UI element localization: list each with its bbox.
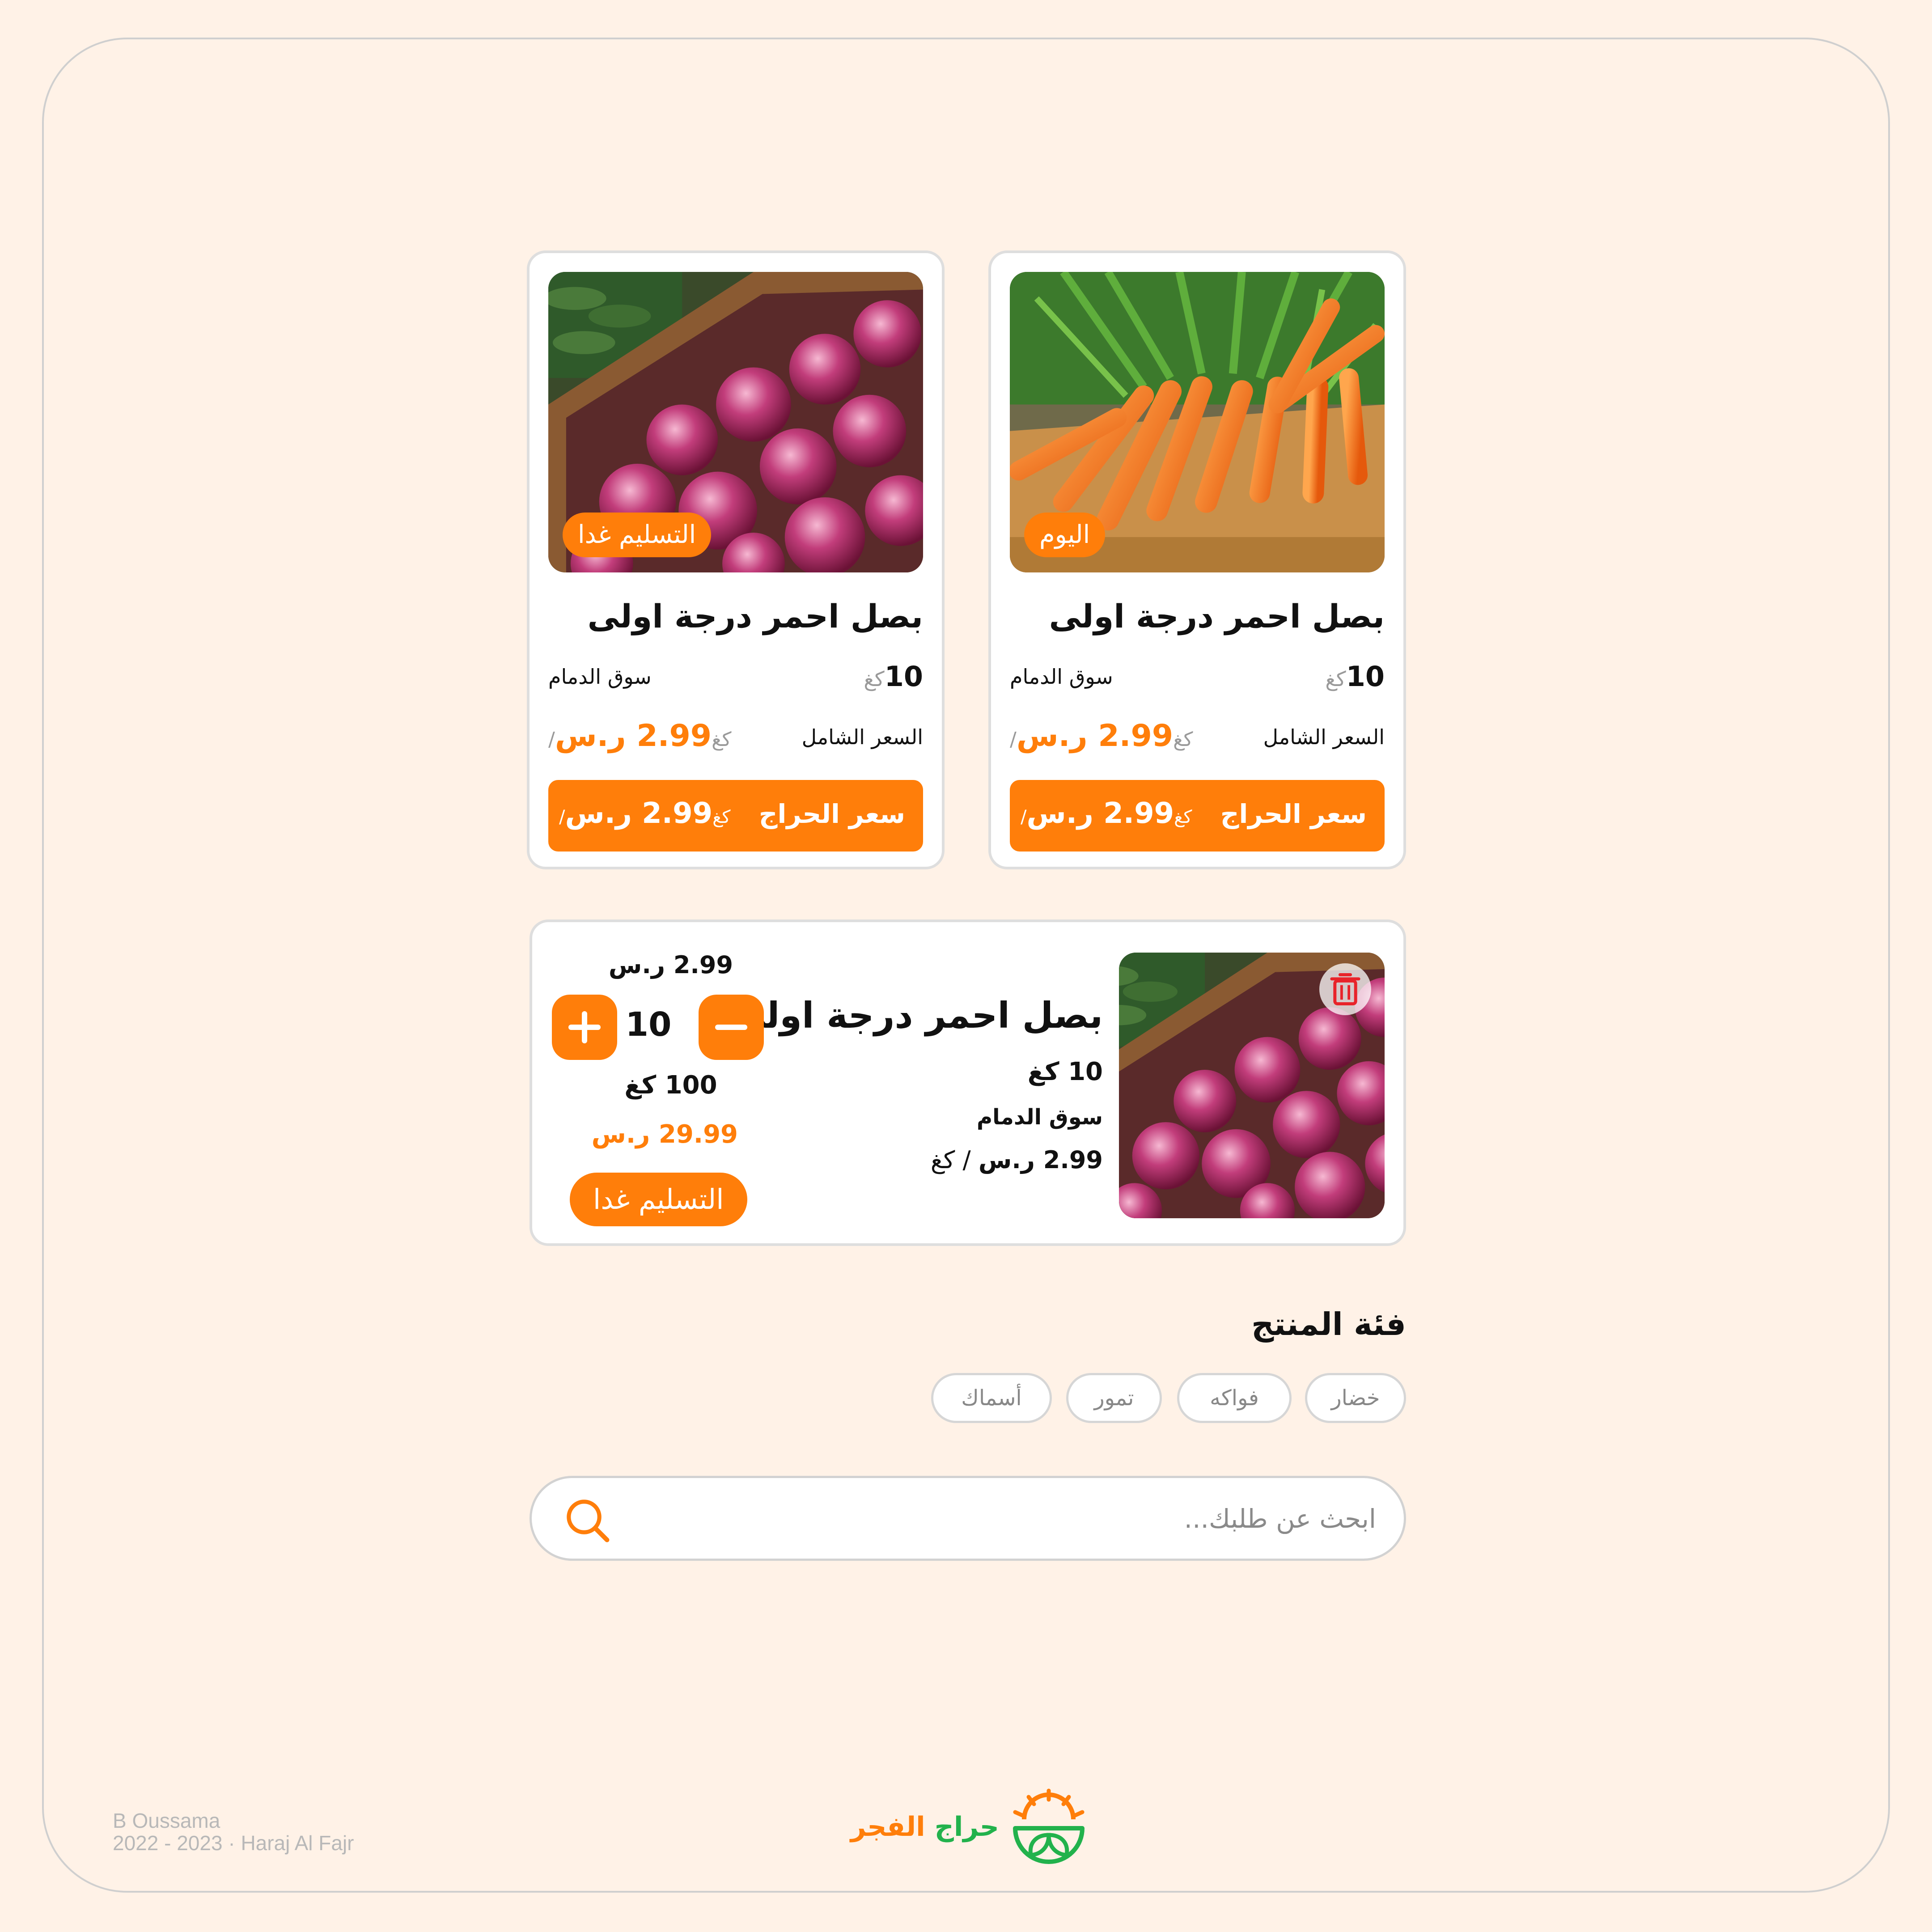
market-name: سوق الدمام: [1010, 665, 1113, 689]
price-label: السعر الشامل: [1263, 725, 1385, 749]
product-card[interactable]: التسليم غدا بصل احمر درجة اولى 10كغ سوق …: [527, 250, 945, 869]
cart-item-card: بصل احمر درجة اولى 10 كغ سوق الدمام 2.99…: [530, 919, 1406, 1246]
delivery-badge: التسليم غدا: [563, 513, 712, 557]
market-name: سوق الدمام: [548, 665, 652, 689]
total-weight: 100 كغ: [624, 1071, 717, 1100]
logo-text: حراج الفجر: [850, 1811, 999, 1843]
cart-item-title: بصل احمر درجة اولى: [730, 995, 1103, 1036]
haraj-label: سعر الحراج: [758, 799, 905, 829]
haraj-price-button[interactable]: سعر الحراج /كغ2.99 ر.س: [548, 780, 923, 852]
chip-fruits[interactable]: فواكه: [1177, 1373, 1292, 1423]
chip-fish[interactable]: أسماك: [931, 1373, 1052, 1423]
logo-mark-icon: [1011, 1788, 1087, 1865]
chip-vegetables[interactable]: خضار: [1305, 1373, 1406, 1423]
product-title: بصل احمر درجة اولى: [1049, 597, 1385, 635]
haraj-price: /كغ2.99 ر.س: [559, 797, 731, 830]
quantity-value: 10: [625, 1005, 672, 1044]
delivery-badge[interactable]: التسليم غدا: [570, 1173, 747, 1226]
search-input[interactable]: [660, 1491, 1377, 1546]
product-price: /كغ2.99 ر.س: [1010, 718, 1193, 754]
cart-item-price-top: 2.99 ر.س: [608, 951, 733, 979]
footer-author: B Oussama: [113, 1809, 220, 1832]
search-bar[interactable]: [530, 1476, 1406, 1561]
search-icon[interactable]: [562, 1495, 613, 1546]
product-card[interactable]: اليوم بصل احمر درجة اولى 10كغ سوق الدمام…: [988, 250, 1406, 869]
product-title: بصل احمر درجة اولى: [587, 597, 923, 635]
increment-button[interactable]: [552, 995, 617, 1060]
haraj-price-button[interactable]: سعر الحراج /كغ2.99 ر.س: [1010, 780, 1385, 852]
cart-item-weight: 10 كغ: [1027, 1057, 1103, 1086]
haraj-label: سعر الحراج: [1220, 799, 1367, 829]
product-quantity: 10كغ: [1325, 660, 1385, 693]
trash-icon[interactable]: [1319, 963, 1371, 1015]
brand-logo: حراج الفجر: [850, 1788, 1087, 1868]
chip-dates[interactable]: تمور: [1066, 1373, 1162, 1423]
category-title: فئة المنتج: [1251, 1306, 1406, 1343]
product-price: /كغ2.99 ر.س: [548, 718, 732, 754]
decrement-button[interactable]: [699, 995, 764, 1060]
total-price: 29.99 ر.س: [591, 1120, 738, 1149]
delivery-badge: اليوم: [1024, 513, 1106, 557]
footer-years: 2022 - 2023 · Haraj Al Fajr: [113, 1831, 354, 1855]
product-quantity: 10كغ: [864, 660, 923, 693]
haraj-price: /كغ2.99 ر.س: [1021, 797, 1192, 830]
cart-item-unit-price: 2.99 ر.س / كغ: [930, 1146, 1103, 1174]
cart-item-market: سوق الدمام: [976, 1105, 1103, 1130]
price-label: السعر الشامل: [801, 725, 923, 749]
